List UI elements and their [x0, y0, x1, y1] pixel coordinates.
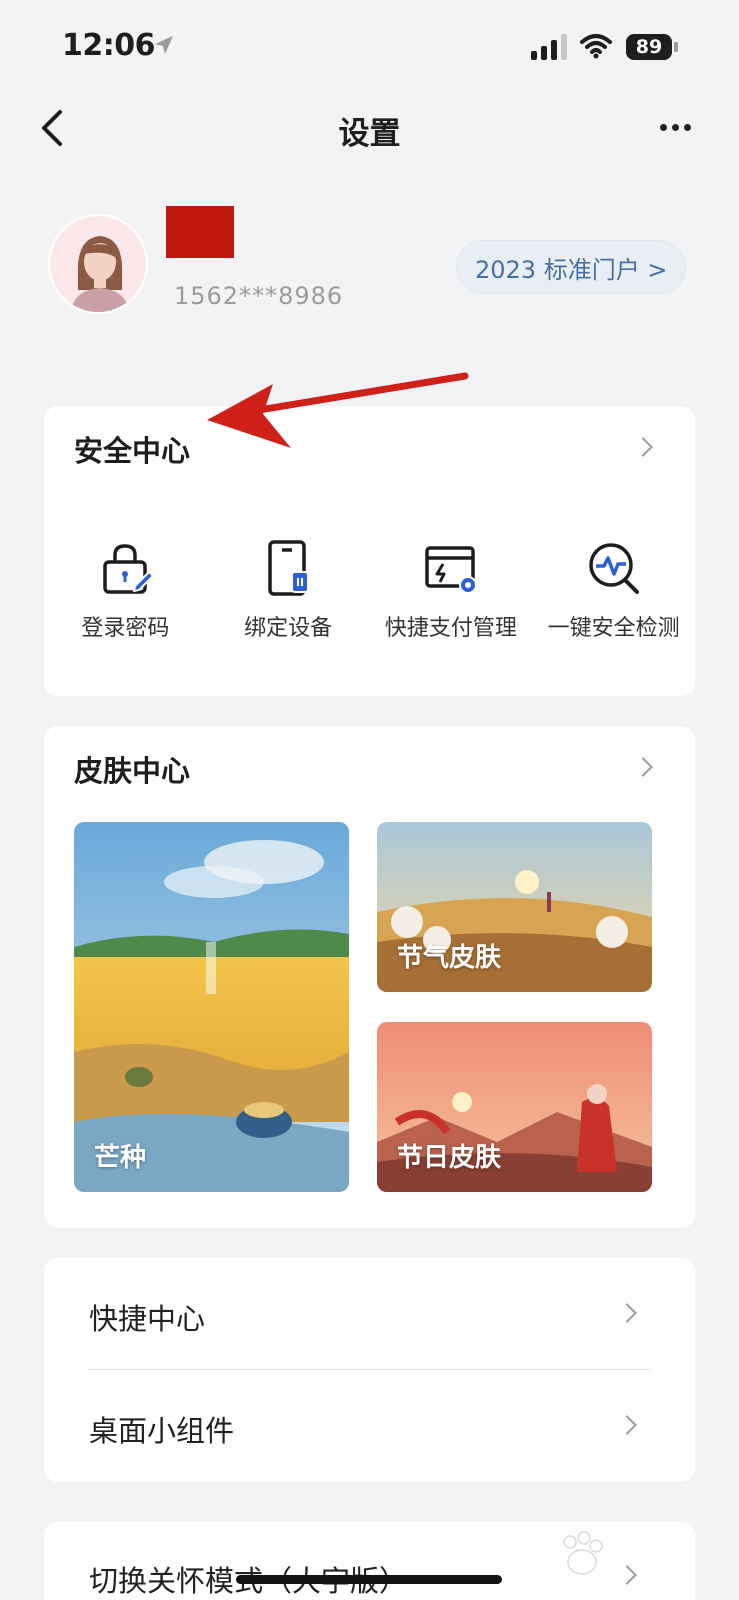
wifi-icon: [580, 34, 612, 59]
portal-button[interactable]: 2023 标准门户 >: [456, 240, 687, 294]
skin-tile-label: 芒种: [94, 1143, 147, 1173]
chevron-right-icon[interactable]: [633, 757, 653, 777]
security-item-label: 登录密码: [81, 616, 170, 641]
security-item-one-click-scan[interactable]: 一键安全检测: [532, 538, 695, 642]
skin-tile-label: 节气皮肤: [397, 943, 502, 973]
security-item-quick-payment[interactable]: 快捷支付管理: [370, 538, 533, 642]
cellular-signal-icon: [531, 34, 567, 60]
skin-tile-solar-term[interactable]: 节气皮肤: [377, 822, 652, 992]
security-item-bind-device[interactable]: 绑定设备: [207, 538, 370, 642]
skin-tile-label: 节日皮肤: [397, 1143, 502, 1173]
security-item-label: 快捷支付管理: [384, 616, 517, 641]
battery-indicator: 89: [626, 34, 672, 60]
status-time: 12:06: [62, 28, 156, 63]
page-title: 设置: [338, 116, 401, 152]
more-options-icon[interactable]: [660, 112, 696, 142]
settings-list-card: 快捷中心 桌面小组件: [44, 1258, 695, 1482]
battery-cap: [674, 42, 678, 52]
list-item-label: 桌面小组件: [89, 1414, 235, 1448]
chevron-right-icon[interactable]: [633, 437, 653, 457]
list-item-shortcut-center[interactable]: 快捷中心: [44, 1258, 695, 1370]
security-items: 登录密码 绑定设备 快捷支付管理 一键安全检测: [44, 538, 695, 642]
skin-tile-mangzhong[interactable]: 芒种: [74, 822, 349, 1192]
skin-center-title[interactable]: 皮肤中心: [74, 748, 190, 790]
security-item-label: 绑定设备: [244, 616, 333, 641]
skin-tile-holiday[interactable]: 节日皮肤: [377, 1022, 652, 1192]
lock-edit-icon: [103, 544, 155, 594]
phone-device-icon: [268, 540, 310, 596]
baidu-paw-watermark-icon: [563, 1531, 603, 1575]
list-item-desktop-widget[interactable]: 桌面小组件: [44, 1370, 695, 1482]
phone-number: 1562***8986: [174, 282, 344, 310]
security-item-login-password[interactable]: 登录密码: [44, 538, 207, 642]
home-indicator: [236, 1575, 502, 1584]
chevron-right-icon: [617, 1303, 637, 1323]
redacted-username: [166, 206, 234, 258]
chevron-right-icon: [617, 1415, 637, 1435]
avatar-woman-icon: [70, 236, 130, 312]
payment-card-icon: [425, 546, 477, 594]
avatar[interactable]: [48, 214, 148, 314]
annotation-arrow: [207, 372, 469, 448]
list-item-label: 快捷中心: [89, 1302, 206, 1336]
security-scan-icon: [588, 543, 639, 594]
location-arrow-icon: [155, 36, 173, 54]
security-item-label: 一键安全检测: [547, 616, 680, 641]
security-center-title[interactable]: 安全中心: [74, 428, 190, 470]
skin-center-card: 皮肤中心 芒种 节气皮肤 节日皮肤: [44, 726, 695, 1228]
